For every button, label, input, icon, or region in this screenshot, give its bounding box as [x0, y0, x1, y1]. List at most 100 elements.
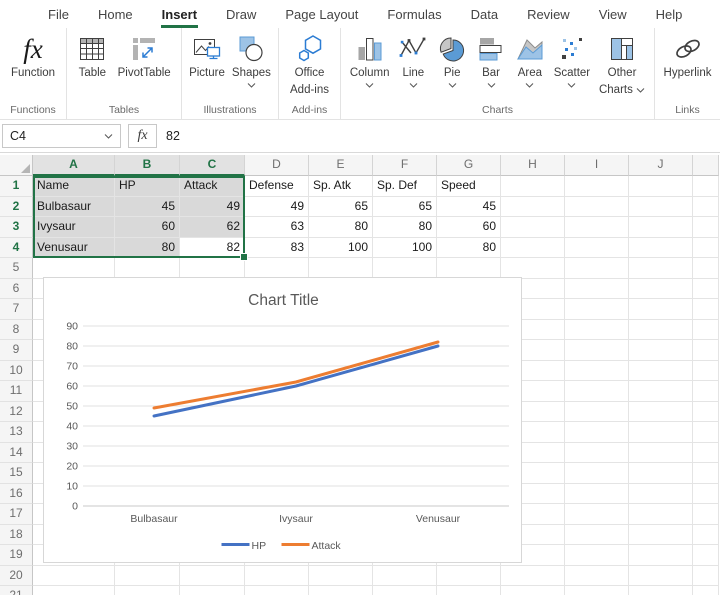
chevron-down-icon[interactable] [247, 83, 256, 89]
cell-H5[interactable] [501, 258, 565, 279]
cell-K16[interactable] [693, 484, 719, 505]
cell-G2[interactable]: 45 [437, 197, 501, 218]
cell-K9[interactable] [693, 340, 719, 361]
cell-B21[interactable] [115, 586, 180, 595]
column-header-D[interactable]: D [245, 155, 309, 176]
row-header-12[interactable]: 12 [0, 402, 33, 423]
cell-A1[interactable]: Name [33, 176, 115, 197]
column-header-J[interactable]: J [629, 155, 693, 176]
cell-J2[interactable] [629, 197, 693, 218]
cell-A4[interactable]: Venusaur [33, 238, 115, 259]
chevron-down-icon[interactable] [448, 83, 457, 89]
chevron-down-icon[interactable] [525, 83, 534, 89]
column-header-partial[interactable] [693, 155, 719, 176]
cell-K7[interactable] [693, 299, 719, 320]
cell-H21[interactable] [501, 586, 565, 595]
ribbon-button-other-charts[interactable]: OtherCharts [599, 28, 645, 119]
cell-E20[interactable] [309, 566, 373, 587]
cell-K5[interactable] [693, 258, 719, 279]
cell-K13[interactable] [693, 422, 719, 443]
row-header-9[interactable]: 9 [0, 340, 33, 361]
cell-E4[interactable]: 100 [309, 238, 373, 259]
row-header-16[interactable]: 16 [0, 484, 33, 505]
cell-I17[interactable] [565, 504, 629, 525]
cell-D3[interactable]: 63 [245, 217, 309, 238]
row-header-6[interactable]: 6 [0, 279, 33, 300]
cell-E21[interactable] [309, 586, 373, 595]
cell-E5[interactable] [309, 258, 373, 279]
cell-K11[interactable] [693, 381, 719, 402]
cell-J4[interactable] [629, 238, 693, 259]
cell-E3[interactable]: 80 [309, 217, 373, 238]
row-header-4[interactable]: 4 [0, 238, 33, 259]
cell-G20[interactable] [437, 566, 501, 587]
tab-formulas[interactable]: Formulas [386, 2, 442, 28]
cell-B20[interactable] [115, 566, 180, 587]
ribbon-button-column[interactable]: Column [350, 28, 390, 119]
cell-C1[interactable]: Attack [180, 176, 245, 197]
cell-B1[interactable]: HP [115, 176, 180, 197]
cell-F2[interactable]: 65 [373, 197, 437, 218]
cell-K15[interactable] [693, 463, 719, 484]
cell-J9[interactable] [629, 340, 693, 361]
cell-A5[interactable] [33, 258, 115, 279]
cell-F4[interactable]: 100 [373, 238, 437, 259]
cell-A3[interactable]: Ivysaur [33, 217, 115, 238]
ribbon-button-pie[interactable]: Pie [437, 28, 467, 119]
cell-I21[interactable] [565, 586, 629, 595]
cell-K12[interactable] [693, 402, 719, 423]
cell-G5[interactable] [437, 258, 501, 279]
cell-J13[interactable] [629, 422, 693, 443]
cell-J10[interactable] [629, 361, 693, 382]
ribbon-button-bar[interactable]: Bar [476, 28, 506, 119]
cell-J6[interactable] [629, 279, 693, 300]
cell-I4[interactable] [565, 238, 629, 259]
cell-K14[interactable] [693, 443, 719, 464]
cell-I1[interactable] [565, 176, 629, 197]
cell-K19[interactable] [693, 545, 719, 566]
cell-G1[interactable]: Speed [437, 176, 501, 197]
ribbon-button-line[interactable]: Line [398, 28, 428, 119]
cell-F20[interactable] [373, 566, 437, 587]
cell-E1[interactable]: Sp. Atk [309, 176, 373, 197]
chevron-down-icon[interactable] [409, 83, 418, 89]
cell-I7[interactable] [565, 299, 629, 320]
cell-I10[interactable] [565, 361, 629, 382]
cell-F3[interactable]: 80 [373, 217, 437, 238]
row-header-21[interactable]: 21 [0, 586, 33, 595]
column-header-E[interactable]: E [309, 155, 373, 176]
ribbon-button-area[interactable]: Area [515, 28, 545, 119]
chevron-down-icon[interactable] [487, 83, 496, 89]
tab-page-layout[interactable]: Page Layout [284, 2, 359, 28]
embedded-chart[interactable]: 0102030405060708090BulbasaurIvysaurVenus… [43, 277, 522, 563]
cell-H1[interactable] [501, 176, 565, 197]
column-header-I[interactable]: I [565, 155, 629, 176]
column-header-F[interactable]: F [373, 155, 437, 176]
cell-I19[interactable] [565, 545, 629, 566]
cell-D1[interactable]: Defense [245, 176, 309, 197]
chevron-down-icon[interactable] [104, 134, 113, 139]
row-header-17[interactable]: 17 [0, 504, 33, 525]
cell-K4[interactable] [693, 238, 719, 259]
cell-I20[interactable] [565, 566, 629, 587]
cell-K18[interactable] [693, 525, 719, 546]
cell-C5[interactable] [180, 258, 245, 279]
cell-I16[interactable] [565, 484, 629, 505]
cell-B4[interactable]: 80 [115, 238, 180, 259]
row-header-7[interactable]: 7 [0, 299, 33, 320]
cell-E2[interactable]: 65 [309, 197, 373, 218]
cell-J5[interactable] [629, 258, 693, 279]
cell-J20[interactable] [629, 566, 693, 587]
row-header-13[interactable]: 13 [0, 422, 33, 443]
tab-view[interactable]: View [598, 2, 628, 28]
row-header-5[interactable]: 5 [0, 258, 33, 279]
cell-J12[interactable] [629, 402, 693, 423]
cell-I15[interactable] [565, 463, 629, 484]
cell-I9[interactable] [565, 340, 629, 361]
chevron-down-icon[interactable] [567, 83, 576, 89]
tab-insert[interactable]: Insert [161, 2, 198, 28]
cell-D5[interactable] [245, 258, 309, 279]
tab-help[interactable]: Help [655, 2, 684, 28]
cell-J1[interactable] [629, 176, 693, 197]
cell-F5[interactable] [373, 258, 437, 279]
